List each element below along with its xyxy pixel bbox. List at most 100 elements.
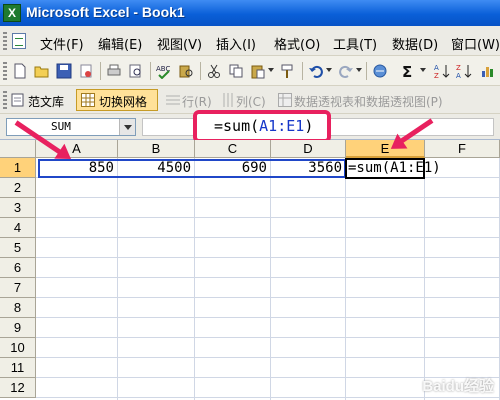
- menu-bar: 文件(F) 编辑(E) 视图(V) 插入(I) 格式(O) 工具(T) 数据(D…: [0, 26, 500, 56]
- column-header-d[interactable]: D: [271, 140, 346, 158]
- row-header-8[interactable]: 8: [0, 298, 36, 318]
- cell-e1[interactable]: =sum(A1:E1): [348, 158, 498, 178]
- redo-dropdown-arrow[interactable]: [356, 68, 362, 72]
- undo-icon[interactable]: [308, 63, 324, 79]
- formula-callout[interactable]: =sum(A1:E1): [193, 110, 331, 143]
- row-header-11[interactable]: 11: [0, 358, 36, 378]
- gridline: [36, 257, 500, 258]
- menu-data[interactable]: 数据(D): [392, 34, 438, 53]
- toolbar-grip[interactable]: [3, 91, 7, 109]
- permission-icon[interactable]: [78, 63, 94, 79]
- grid-icon: [81, 93, 95, 107]
- undo-dropdown-arrow[interactable]: [326, 68, 332, 72]
- row-header-1[interactable]: 1: [0, 158, 36, 178]
- gridline: [36, 237, 500, 238]
- library-button[interactable]: 范文库: [28, 93, 64, 110]
- row-header-6[interactable]: 6: [0, 258, 36, 278]
- row-button[interactable]: 行(R): [182, 93, 212, 110]
- insert-column-icon: [223, 93, 233, 107]
- column-header-f[interactable]: F: [425, 140, 500, 158]
- column-button[interactable]: 列(C): [236, 93, 266, 110]
- worksheet-grid[interactable]: A B C D E F 1 2 3 4 5 6 7 8 9 10 11 12 8…: [0, 140, 500, 400]
- toolbar-separator: [200, 62, 201, 80]
- cell-b1[interactable]: 4500: [118, 158, 195, 178]
- autosum-icon[interactable]: Σ: [400, 63, 416, 79]
- row-header-3[interactable]: 3: [0, 198, 36, 218]
- menu-insert[interactable]: 插入(I): [216, 34, 256, 53]
- redo-icon[interactable]: [338, 63, 354, 79]
- library-icon: [11, 93, 24, 107]
- print-preview-icon[interactable]: [128, 63, 144, 79]
- formula-prefix: =sum(: [214, 117, 260, 135]
- row-header-4[interactable]: 4: [0, 218, 36, 238]
- row-header-9[interactable]: 9: [0, 318, 36, 338]
- menu-file[interactable]: 文件(F): [40, 34, 84, 53]
- print-icon[interactable]: [106, 63, 122, 79]
- gridline: [345, 158, 346, 400]
- open-icon[interactable]: [34, 63, 50, 79]
- workbook-icon[interactable]: [12, 33, 26, 49]
- spelling-icon[interactable]: ABC: [156, 63, 172, 79]
- switch-grid-button[interactable]: 切换网格: [76, 89, 158, 111]
- menu-view[interactable]: 视图(V): [157, 34, 202, 53]
- gridline: [36, 317, 500, 318]
- select-all-corner[interactable]: [0, 140, 36, 158]
- switch-grid-label: 切换网格: [99, 95, 148, 109]
- column-header-b[interactable]: B: [118, 140, 195, 158]
- gridline: [270, 158, 271, 400]
- menu-window[interactable]: 窗口(W): [451, 34, 500, 53]
- svg-text:Z: Z: [456, 64, 461, 72]
- cut-icon[interactable]: [206, 63, 222, 79]
- gridline: [36, 197, 500, 198]
- formula-suffix: ): [304, 117, 314, 135]
- name-box-dropdown-icon[interactable]: [119, 119, 135, 135]
- menu-grip[interactable]: [3, 32, 7, 50]
- row-header-2[interactable]: 2: [0, 178, 36, 198]
- paste-icon[interactable]: [250, 63, 266, 79]
- toolbar-grip[interactable]: [3, 62, 7, 80]
- autosum-dropdown-arrow[interactable]: [420, 68, 426, 72]
- standard-toolbar: ABC Σ AZ ZA: [0, 56, 500, 86]
- formula-reference: A1:E1: [259, 117, 305, 135]
- format-painter-icon[interactable]: [280, 63, 296, 79]
- research-icon[interactable]: [178, 63, 194, 79]
- svg-text:A: A: [456, 72, 461, 79]
- toolbar-separator: [366, 62, 367, 80]
- paste-dropdown-arrow[interactable]: [268, 68, 274, 72]
- menu-edit[interactable]: 编辑(E): [98, 34, 142, 53]
- insert-row-icon: [166, 95, 180, 105]
- sort-descending-icon[interactable]: ZA: [456, 63, 472, 79]
- excel-app-icon[interactable]: X: [3, 4, 21, 22]
- gridline: [36, 337, 500, 338]
- save-icon[interactable]: [56, 63, 72, 79]
- toolbar-separator: [150, 62, 151, 80]
- window-title: Microsoft Excel - Book1: [26, 4, 185, 20]
- gridline: [117, 158, 118, 400]
- gridline: [424, 158, 425, 400]
- gridline: [194, 158, 195, 400]
- row-header-10[interactable]: 10: [0, 338, 36, 358]
- new-icon[interactable]: [12, 63, 28, 79]
- gridline: [36, 277, 500, 278]
- sort-ascending-icon[interactable]: AZ: [434, 63, 450, 79]
- chart-wizard-icon[interactable]: [480, 63, 496, 79]
- watermark: Baidu经验: [422, 378, 494, 395]
- row-header-7[interactable]: 7: [0, 278, 36, 298]
- toolbar-separator: [302, 62, 303, 80]
- svg-text:Σ: Σ: [402, 63, 412, 79]
- menu-format[interactable]: 格式(O): [274, 34, 320, 53]
- copy-icon[interactable]: [228, 63, 244, 79]
- cell-d1[interactable]: 3560: [271, 158, 346, 178]
- pivot-table-icon: [278, 93, 292, 107]
- row-header-12[interactable]: 12: [0, 378, 36, 398]
- column-header-e[interactable]: E: [346, 140, 425, 158]
- pivot-table-button[interactable]: 数据透视表和数据透视图(P): [294, 93, 443, 110]
- column-header-c[interactable]: C: [195, 140, 271, 158]
- gridline: [36, 217, 500, 218]
- cell-a1[interactable]: 850: [36, 158, 118, 178]
- row-header-5[interactable]: 5: [0, 238, 36, 258]
- gridline: [36, 297, 500, 298]
- menu-tools[interactable]: 工具(T): [333, 34, 377, 53]
- hyperlink-icon[interactable]: [372, 63, 388, 79]
- cell-c1[interactable]: 690: [195, 158, 271, 178]
